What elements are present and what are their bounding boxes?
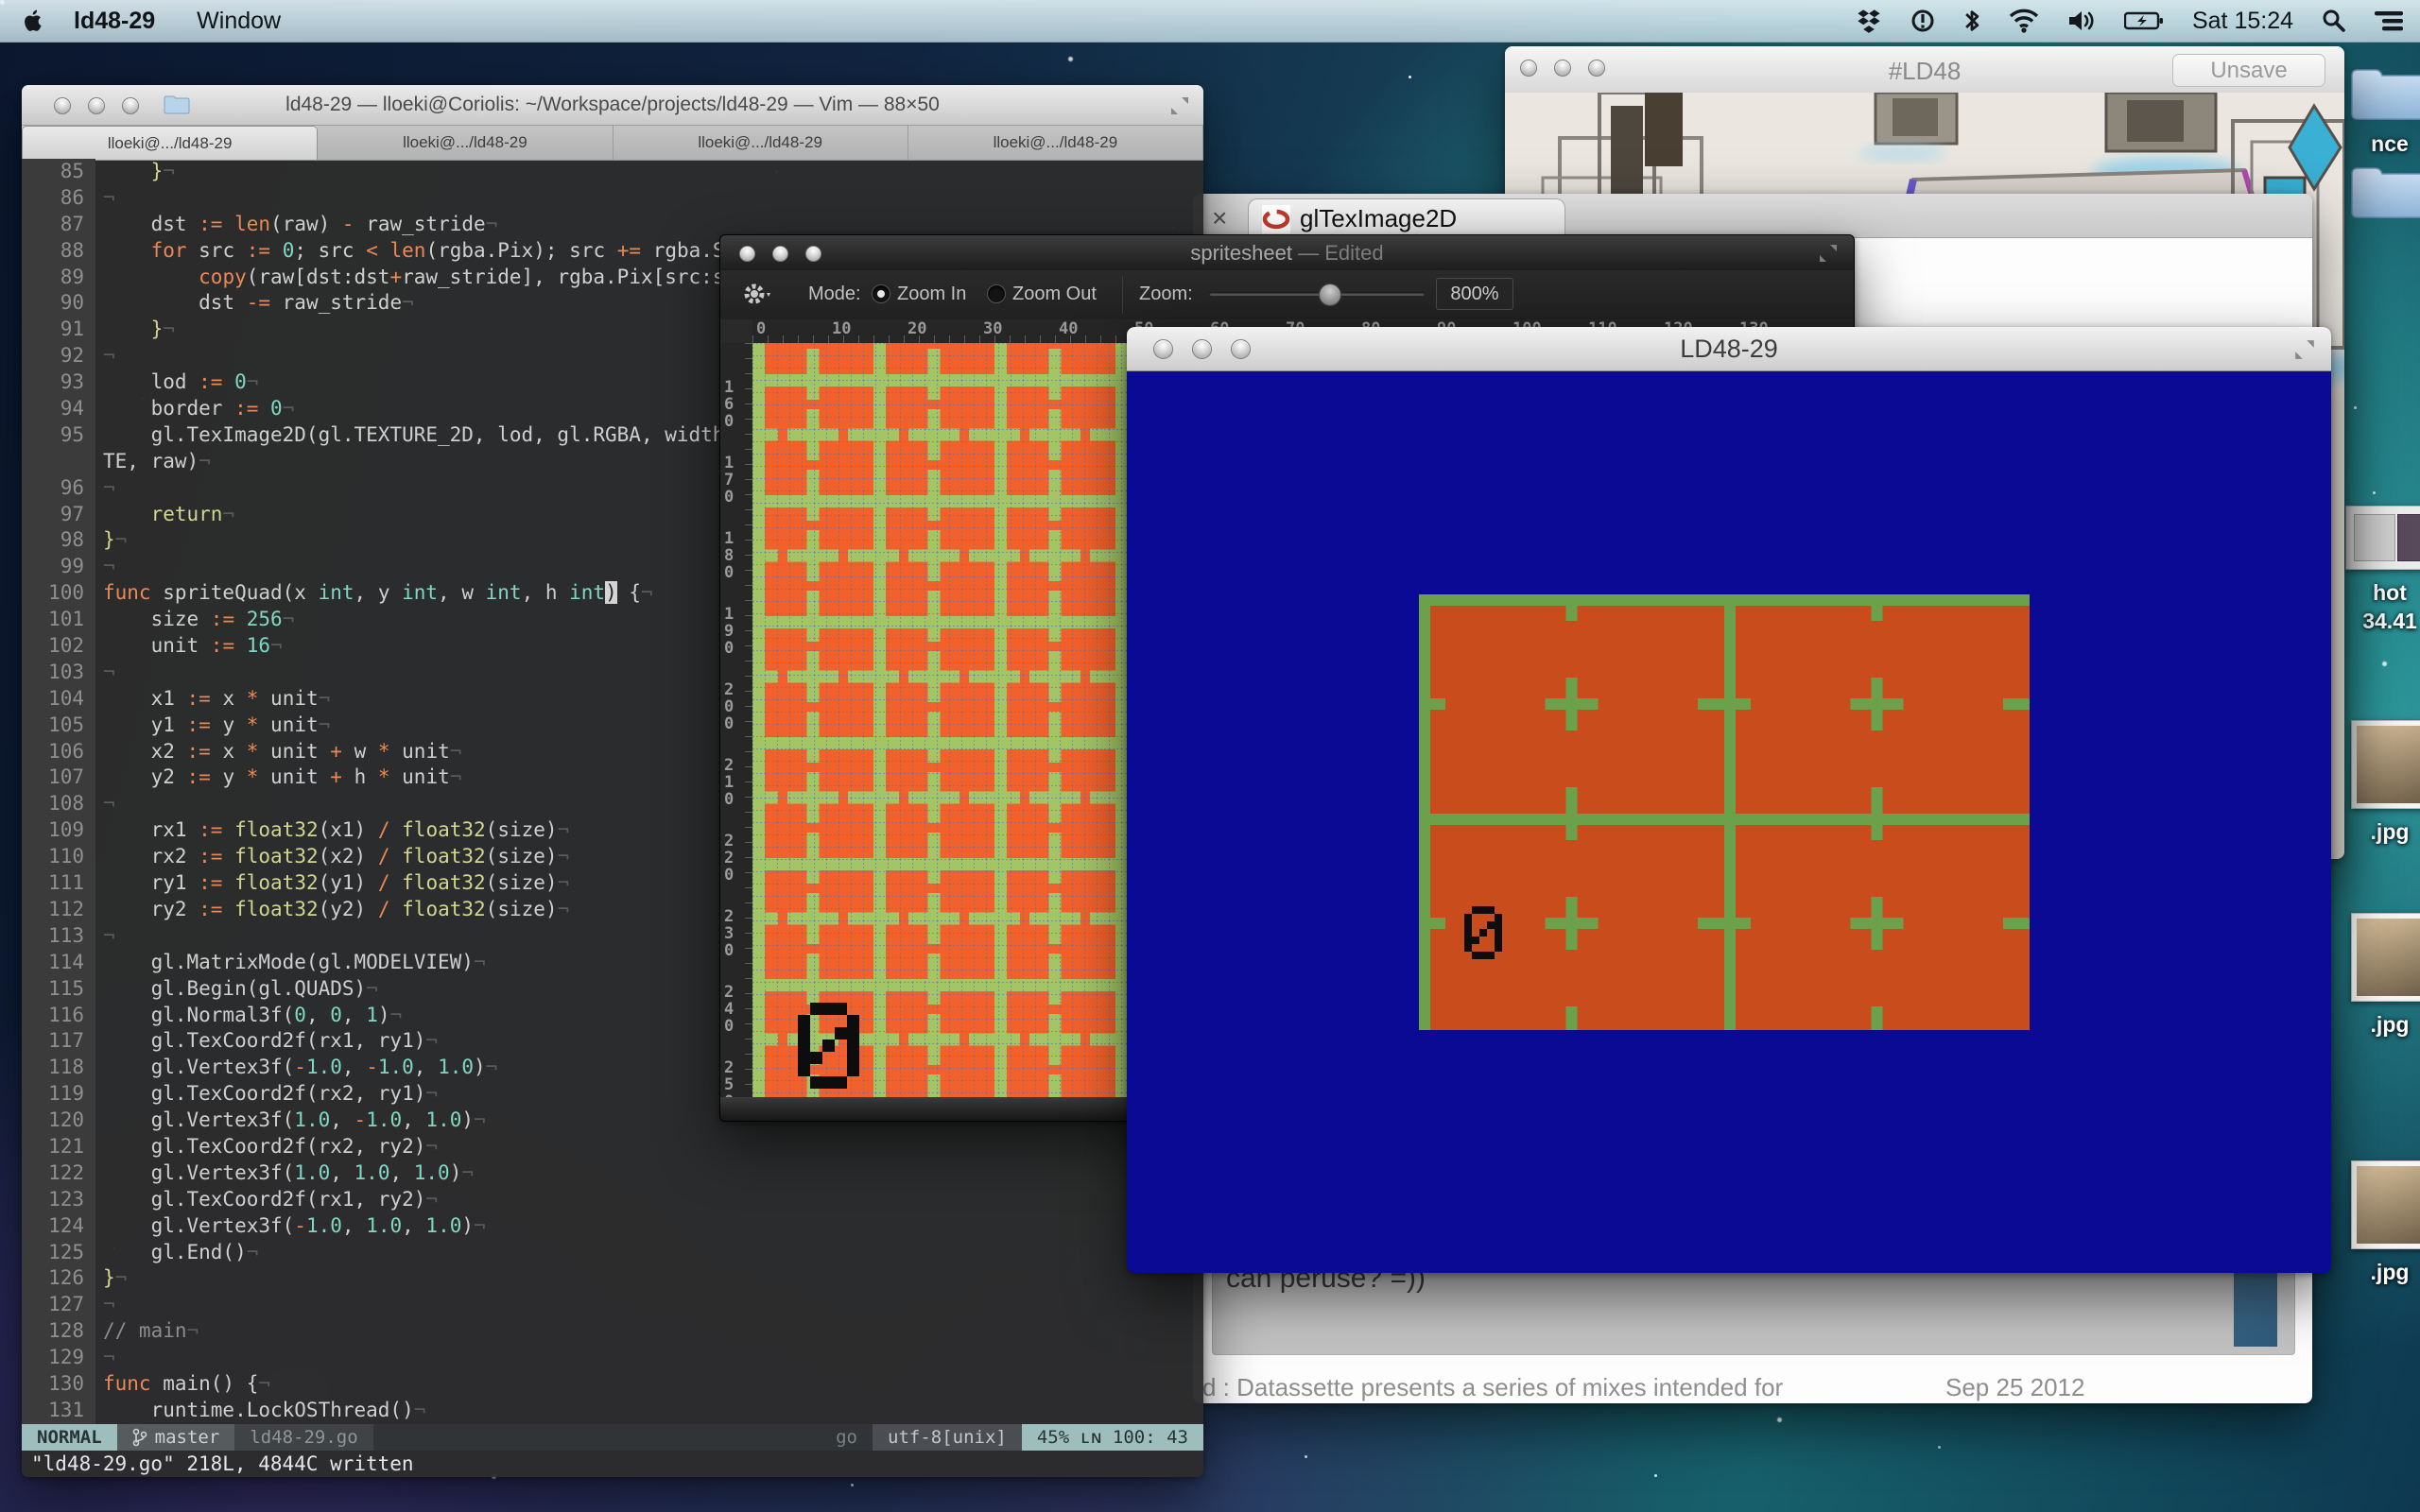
- ruler-y-label: 1 6 0: [724, 379, 734, 430]
- vertical-ruler: 1 6 0 1 7 0 1 8 0 1 9 0 2 0 0 2 1 0 2 2 0 2 3 0…: [720, 343, 753, 1097]
- zoom-slider-knob[interactable]: [1319, 284, 1341, 306]
- tab-label: glTexImage2D: [1300, 204, 1457, 233]
- vim-filename: ld48-29.go: [234, 1424, 372, 1451]
- vim-filetype: go: [821, 1424, 873, 1451]
- menubar-clock[interactable]: Sat 15:24: [2192, 8, 2293, 35]
- zoom-label: Zoom:: [1139, 284, 1193, 305]
- terminal-tab[interactable]: lloeki@.../ld48-29: [22, 126, 318, 160]
- icon-label: .jpg: [2319, 1010, 2420, 1039]
- branch-name: master: [155, 1424, 220, 1451]
- toolbar-divider: [1122, 276, 1123, 314]
- ruler-y-label: 1 9 0: [724, 606, 734, 657]
- ruler-x-label: 10: [832, 319, 851, 338]
- desktop-icon-photo[interactable]: .jpg: [2319, 913, 2420, 1039]
- game-window: LD48-29: [1127, 327, 2331, 1273]
- branch-icon: [132, 1428, 147, 1447]
- code-line: 122 gl.Vertex3f(1.0, 1.0, 1.0)¬: [22, 1160, 1203, 1187]
- meta-text: d : Datassette presents a series of mixe…: [1202, 1373, 1783, 1401]
- terminal-window-title: ld48-29 — lloeki@Coriolis: ~/Workspace/p…: [22, 94, 1203, 116]
- terminal-tab[interactable]: lloeki@.../ld48-29: [908, 126, 1203, 160]
- ruler-y-label: 2 2 0: [724, 833, 734, 884]
- code-line: 125 gl.End()¬: [22, 1240, 1203, 1266]
- spritesheet-window-title: spritesheet — Edited: [720, 241, 1854, 266]
- vim-position: 45% ʟɴ 100: 43: [1022, 1424, 1203, 1451]
- ruler-x-label: 40: [1059, 319, 1078, 338]
- code-line: 121 gl.TexCoord2f(rx2, ry2)¬: [22, 1134, 1203, 1160]
- fullscreen-icon[interactable]: [2293, 338, 2316, 361]
- menu-item-window[interactable]: Window: [197, 8, 281, 35]
- code-line: 131 runtime.LockOSThread()¬: [22, 1398, 1203, 1424]
- zoom-out-radio[interactable]: [987, 284, 1006, 303]
- menu-bar: ld48-29 Window Sat 15:24: [0, 0, 2420, 43]
- notification-list-icon[interactable]: [2375, 9, 2403, 32]
- unsave-button[interactable]: Unsave: [2172, 54, 2325, 87]
- browser-tab-gltximage2d[interactable]: glTexImage2D: [1248, 198, 1565, 238]
- zoom-out-label[interactable]: Zoom Out: [1012, 284, 1097, 305]
- tab-close-icon[interactable]: ×: [1212, 203, 1227, 233]
- apple-menu-icon[interactable]: [23, 8, 45, 34]
- terminal-tab[interactable]: lloeki@.../ld48-29: [318, 126, 613, 160]
- dropbox-icon[interactable]: [1856, 9, 1882, 33]
- vim-message-line: "ld48-29.go" 218L, 4844C written: [22, 1451, 1203, 1477]
- browser-tabbar: × glTexImage2D: [1193, 194, 2312, 238]
- code-line: 123 gl.TexCoord2f(rx1, ry2)¬: [22, 1187, 1203, 1213]
- zoom-slider[interactable]: [1209, 292, 1425, 296]
- opengl-favicon: [1262, 205, 1290, 233]
- ruler-corner: [720, 319, 753, 344]
- ruler-y-label: 2 4 0: [724, 984, 734, 1035]
- game-window-title: LD48-29: [1127, 335, 2331, 364]
- ruler-y-label: 2 1 0: [724, 757, 734, 808]
- ruler-y-label: 2 0 0: [724, 681, 734, 732]
- mode-label: Mode:: [808, 284, 861, 305]
- ruler-x-label: 0: [756, 319, 766, 338]
- spritesheet-titlebar[interactable]: spritesheet — Edited: [720, 235, 1854, 271]
- game-titlebar[interactable]: LD48-29: [1127, 327, 2331, 371]
- wifi-icon[interactable]: [2009, 9, 2039, 33]
- ruler-y-label: 1 8 0: [724, 530, 734, 581]
- page-meta-line: d : Datassette presents a series of mixe…: [1202, 1373, 2303, 1402]
- active-app-menu[interactable]: ld48-29: [74, 8, 155, 35]
- code-line: 126}¬: [22, 1265, 1203, 1292]
- code-line: 127¬: [22, 1292, 1203, 1318]
- vim-mode-indicator: NORMAL: [22, 1424, 117, 1451]
- irc-titlebar[interactable]: #LD48 Unsave: [1505, 46, 2344, 94]
- volume-icon[interactable]: [2067, 9, 2096, 33]
- desktop-icon-photo[interactable]: .jpg: [2319, 1160, 2420, 1286]
- bluetooth-icon[interactable]: [1963, 8, 1980, 34]
- timemachine-icon[interactable]: [1910, 9, 1935, 33]
- code-line: 128// main¬: [22, 1318, 1203, 1345]
- ruler-x-label: 30: [983, 319, 1002, 338]
- terminal-tab[interactable]: lloeki@.../ld48-29: [614, 126, 908, 160]
- zoom-in-label[interactable]: Zoom In: [897, 284, 966, 305]
- zoom-value-field[interactable]: 800%: [1436, 278, 1513, 310]
- icon-label: .jpg: [2319, 1258, 2420, 1286]
- gear-icon[interactable]: [741, 282, 773, 308]
- fullscreen-icon[interactable]: [1818, 243, 1839, 264]
- fullscreen-icon[interactable]: [1169, 95, 1190, 116]
- ruler-y-label: 1 7 0: [724, 455, 734, 506]
- code-line: 86¬: [22, 185, 1203, 212]
- zoom-in-radio[interactable]: [872, 284, 890, 303]
- code-line: 130func main() {¬: [22, 1371, 1203, 1398]
- git-branch-segment: master: [117, 1424, 235, 1451]
- code-line: 124 gl.Vertex3f(-1.0, 1.0, 1.0)¬: [22, 1213, 1203, 1240]
- ruler-y-label: 2 3 0: [724, 908, 734, 959]
- terminal-titlebar[interactable]: ld48-29 — lloeki@Coriolis: ~/Workspace/p…: [22, 85, 1203, 126]
- ruler-x-label: 20: [908, 319, 926, 338]
- vim-statusline: NORMAL master ld48-29.go go utf-8[unix] …: [22, 1424, 1203, 1451]
- game-texture-quad: [1419, 594, 2030, 1030]
- terminal-tabs: lloeki@.../ld48-29lloeki@.../ld48-29lloe…: [22, 126, 1203, 161]
- code-line: 85 }¬: [22, 159, 1203, 185]
- code-line: 129¬: [22, 1345, 1203, 1371]
- vim-encoding: utf-8[unix]: [873, 1424, 1022, 1451]
- spotlight-icon[interactable]: [2322, 9, 2346, 33]
- meta-date: Sep 25 2012: [1945, 1373, 2084, 1402]
- battery-icon[interactable]: [2124, 9, 2164, 32]
- spritesheet-toolbar: Mode: Zoom In Zoom Out Zoom: 800%: [720, 270, 1854, 320]
